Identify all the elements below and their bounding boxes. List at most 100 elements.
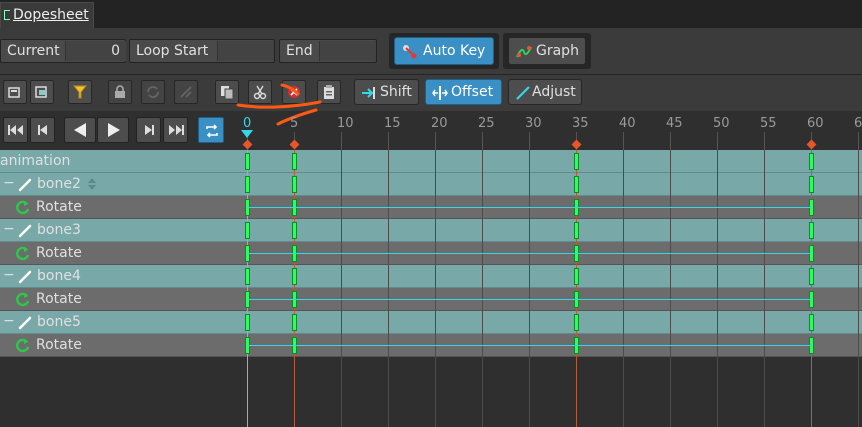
tab-icon bbox=[4, 10, 10, 20]
grid-line bbox=[388, 150, 389, 427]
next-key-button[interactable] bbox=[136, 117, 161, 143]
keyframe[interactable] bbox=[809, 153, 814, 170]
filter-button[interactable] bbox=[68, 80, 92, 104]
grid-line bbox=[435, 150, 436, 427]
interpolation-curve bbox=[247, 253, 811, 254]
ruler-tick-line bbox=[764, 132, 765, 150]
skip-end-icon bbox=[169, 125, 184, 135]
collapse-icon[interactable]: − bbox=[3, 221, 15, 237]
keyframe[interactable] bbox=[809, 314, 814, 331]
keyframe[interactable] bbox=[245, 153, 250, 170]
filter-icon bbox=[72, 85, 88, 99]
keyframe[interactable] bbox=[574, 222, 579, 239]
keyframe[interactable] bbox=[574, 153, 579, 170]
keyframe[interactable] bbox=[809, 176, 814, 193]
keyframe[interactable] bbox=[245, 268, 250, 285]
keyframe[interactable] bbox=[292, 268, 297, 285]
current-frame-field[interactable]: Current 0 bbox=[0, 39, 126, 63]
keyframe[interactable] bbox=[245, 176, 250, 193]
current-value: 0 bbox=[111, 43, 120, 59]
grid-line bbox=[482, 150, 483, 427]
ruler-tick-label: 10 bbox=[337, 116, 354, 131]
graph-icon bbox=[516, 46, 532, 58]
keyframe[interactable] bbox=[809, 222, 814, 239]
track-bone[interactable]: − bone2 bbox=[0, 173, 862, 196]
tab-label: Dopesheet bbox=[13, 7, 89, 23]
ruler-tick-line bbox=[341, 132, 342, 150]
ruler-tick-label: 15 bbox=[384, 116, 401, 131]
ruler-tick-label: 35 bbox=[572, 116, 589, 131]
loop-icon bbox=[147, 86, 159, 98]
first-frame-button[interactable] bbox=[3, 117, 28, 143]
track-name: bone3 bbox=[37, 222, 81, 238]
ruler-tick-line bbox=[435, 132, 436, 150]
bone-icon bbox=[18, 178, 32, 192]
track-bone[interactable]: − bone4 bbox=[0, 265, 862, 288]
lock-button[interactable] bbox=[108, 80, 132, 104]
previous-key-button[interactable] bbox=[30, 117, 55, 143]
play-backward-button[interactable] bbox=[64, 117, 96, 143]
loop-button[interactable] bbox=[141, 80, 165, 104]
ruler-tick-label: 55 bbox=[760, 116, 777, 131]
keyframe[interactable] bbox=[245, 222, 250, 239]
playhead-handle-icon[interactable] bbox=[241, 130, 253, 139]
keyframe[interactable] bbox=[245, 314, 250, 331]
play-backward-icon bbox=[74, 123, 86, 137]
tab-bar: Dopesheet bbox=[0, 0, 862, 28]
interpolation-curve bbox=[247, 345, 811, 346]
edit-toolbar: Shift Offset Adjust bbox=[0, 75, 862, 111]
loop-start-input[interactable] bbox=[217, 41, 274, 61]
paste-track-button[interactable] bbox=[30, 80, 54, 104]
track-bone[interactable]: − bone3 bbox=[0, 219, 862, 242]
playback-toolbar: Current 0 Loop Start End Auto Key Graph bbox=[0, 28, 862, 75]
play-forward-icon bbox=[108, 123, 120, 137]
keyframe[interactable] bbox=[809, 268, 814, 285]
ruler-tick-label: 45 bbox=[666, 116, 683, 131]
keyframe[interactable] bbox=[574, 314, 579, 331]
rotate-icon bbox=[16, 246, 30, 261]
interpolation-button[interactable] bbox=[174, 80, 198, 104]
end-input[interactable] bbox=[319, 41, 376, 61]
ruler-tick-label: 5 bbox=[290, 116, 299, 131]
grid-line bbox=[623, 150, 624, 427]
tab-dopesheet[interactable]: Dopesheet bbox=[0, 2, 94, 28]
end-field[interactable]: End bbox=[279, 39, 377, 63]
ruler-tick-label: 25 bbox=[478, 116, 495, 131]
shift-button[interactable]: Shift bbox=[354, 79, 419, 105]
collapse-icon[interactable]: − bbox=[3, 267, 15, 283]
current-value-input[interactable]: 0 bbox=[65, 41, 126, 61]
collapse-icon[interactable]: − bbox=[3, 175, 15, 191]
track-name: bone4 bbox=[37, 268, 81, 284]
interpolation-icon bbox=[180, 86, 192, 98]
offset-button[interactable]: Offset bbox=[425, 79, 502, 105]
keyframe[interactable] bbox=[292, 176, 297, 193]
adjust-button[interactable]: Adjust bbox=[508, 79, 582, 105]
track-bone[interactable]: − bone5 bbox=[0, 311, 862, 334]
track-animation[interactable]: animation bbox=[0, 150, 862, 173]
ruler-tick-line bbox=[670, 132, 671, 150]
keyframe[interactable] bbox=[574, 176, 579, 193]
keyframe[interactable] bbox=[292, 153, 297, 170]
collapse-icon[interactable]: − bbox=[3, 313, 15, 329]
loop-playback-button[interactable] bbox=[198, 117, 224, 143]
ruler-tick-line bbox=[623, 132, 624, 150]
shift-label: Shift bbox=[380, 84, 412, 100]
reorder-handle-icon[interactable] bbox=[87, 177, 97, 191]
last-frame-button[interactable] bbox=[163, 117, 188, 143]
ruler-tick-label: 60 bbox=[807, 116, 824, 131]
keyframe[interactable] bbox=[574, 268, 579, 285]
ruler-tick-line bbox=[858, 132, 859, 150]
copy-track-button[interactable] bbox=[3, 80, 27, 104]
interpolation-curve bbox=[247, 207, 811, 208]
auto-key-button[interactable]: Auto Key bbox=[394, 37, 494, 65]
graph-button[interactable]: Graph bbox=[508, 37, 586, 65]
keyframe[interactable] bbox=[292, 222, 297, 239]
track-name: Rotate bbox=[36, 245, 82, 261]
adjust-icon bbox=[516, 86, 530, 100]
current-label: Current bbox=[7, 43, 60, 59]
keyframe[interactable] bbox=[292, 314, 297, 331]
auto-key-icon bbox=[403, 45, 417, 59]
ruler-tick-label: 0 bbox=[243, 116, 252, 131]
loop-start-field[interactable]: Loop Start bbox=[129, 39, 275, 63]
play-forward-button[interactable] bbox=[97, 117, 129, 143]
